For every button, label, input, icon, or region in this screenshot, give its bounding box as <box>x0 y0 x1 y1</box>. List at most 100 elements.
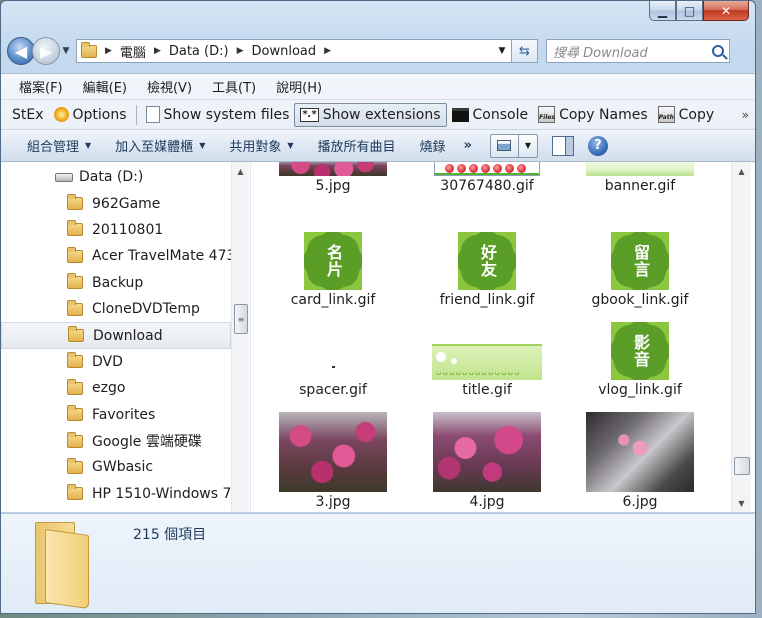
file-name: gbook_link.gif <box>591 292 689 308</box>
close-button[interactable]: ✕ <box>703 1 749 21</box>
file-name: banner.gif <box>604 178 676 194</box>
tree-drive-d[interactable]: Data (D:) <box>1 164 231 190</box>
tree-folder[interactable]: 20110801 <box>1 217 231 243</box>
forward-button[interactable]: ▶ <box>32 37 60 65</box>
nav-scrollbar[interactable]: ▲ ≡ <box>231 162 249 512</box>
address-dropdown-icon[interactable]: ▼ <box>493 46 511 56</box>
tree-folder[interactable]: Favorites <box>1 402 231 428</box>
back-button[interactable]: ◀ <box>7 37 35 65</box>
title-thumbnail <box>432 344 542 380</box>
file-item[interactable]: spacer.gif <box>253 322 413 398</box>
copy-names-icon: Files <box>538 106 556 123</box>
file-item[interactable]: title.gif <box>407 322 567 398</box>
tree-folder[interactable]: Backup <box>1 270 231 296</box>
breadcrumb-drive[interactable]: Data (D:) <box>169 44 229 59</box>
menu-help[interactable]: 說明(H) <box>266 77 332 96</box>
tree-folder[interactable]: 962Game <box>1 190 231 216</box>
scroll-down-icon[interactable]: ▼ <box>732 494 751 512</box>
file-grid-scroll-thumb[interactable] <box>734 457 750 475</box>
file-item[interactable]: 好友 friend_link.gif <box>407 232 567 308</box>
file-grid-scrollbar[interactable]: ▲ ▼ <box>731 162 751 512</box>
share-with-label: 共用對象 <box>229 140 282 155</box>
file-item[interactable]: 名片 card_link.gif <box>253 232 413 308</box>
flower-badge-icon: 留言 <box>618 239 662 283</box>
explorer-window: ▁ □ ✕ ◀ ▶ ▼ ▶ 電腦 ▶ Data (D:) ▶ Download … <box>0 0 756 614</box>
folder-icon <box>67 246 83 263</box>
change-view-button[interactable]: ▼ <box>489 133 538 158</box>
chevron-down-icon: ▼ <box>85 141 92 150</box>
file-name: vlog_link.gif <box>598 382 682 398</box>
item-count: 215 個項目 <box>133 527 207 543</box>
refresh-button[interactable]: ⇆ <box>512 39 538 63</box>
help-button[interactable]: ? <box>587 135 608 156</box>
menu-tools[interactable]: 工具(T) <box>202 77 266 96</box>
stex-toolbar: StEx Options Show system files *.* Show … <box>1 100 755 130</box>
tree-folder[interactable]: HP 1510-Windows 7 <box>1 481 231 507</box>
file-item[interactable]: 5.jpg <box>253 162 413 194</box>
breadcrumb-computer[interactable]: 電腦 <box>120 42 146 61</box>
view-dropdown-icon[interactable]: ▼ <box>519 135 537 157</box>
search-icon[interactable] <box>712 45 724 57</box>
command-overflow-chevron[interactable]: » <box>464 138 472 153</box>
tree-folder-label: Google 雲端硬碟 <box>92 434 202 451</box>
file-item[interactable]: 30767480.gif <box>407 162 567 194</box>
stex-copy-names-button[interactable]: Files Copy Names <box>533 103 653 127</box>
chevron-right-icon[interactable]: ▶ <box>237 46 244 56</box>
recent-pages-dropdown[interactable]: ▼ <box>60 46 72 56</box>
burn-button[interactable]: 燒錄 <box>408 136 458 155</box>
add-to-library-button[interactable]: 加入至媒體櫃 ▼ <box>103 136 217 155</box>
tree-folder[interactable]: DVD <box>1 349 231 375</box>
tree-folder[interactable]: CloneDVDTemp <box>1 296 231 322</box>
file-item[interactable]: 4.jpg <box>407 412 567 510</box>
chevron-right-icon[interactable]: ▶ <box>324 46 331 56</box>
badge-thumbnail: 名片 <box>304 232 362 290</box>
scroll-up-icon[interactable]: ▲ <box>732 162 751 180</box>
tree-folder[interactable]: Google 雲端硬碟 <box>1 428 231 454</box>
stex-overflow-chevron[interactable]: » <box>742 108 749 122</box>
address-bar[interactable]: ▶ 電腦 ▶ Data (D:) ▶ Download ▶ ▼ <box>76 39 512 63</box>
tree-folder[interactable]: GWbasic <box>1 454 231 480</box>
tree-folder[interactable]: Acer TravelMate 4730Z <box>1 243 231 269</box>
scroll-up-icon[interactable]: ▲ <box>232 162 249 180</box>
file-item[interactable]: 3.jpg <box>253 412 413 510</box>
stex-copy-path-button[interactable]: Path Copy <box>653 103 720 127</box>
menu-view[interactable]: 檢視(V) <box>137 77 202 96</box>
file-name: card_link.gif <box>290 292 376 308</box>
tree-folder[interactable]: Download <box>1 322 231 349</box>
file-item[interactable]: 留言 gbook_link.gif <box>560 232 720 308</box>
tree-folder-label: Download <box>93 327 163 344</box>
content-area: Data (D:) 962Game 20110801 Acer TravelMate… <box>1 162 755 512</box>
view-icon[interactable] <box>491 134 519 157</box>
tree-folder[interactable]: ezgo <box>1 375 231 401</box>
stex-options-button[interactable]: Options <box>49 103 132 127</box>
breadcrumb-download[interactable]: Download <box>252 44 317 59</box>
folder-tree: Data (D:) 962Game 20110801 Acer TravelMate… <box>1 164 231 507</box>
search-input[interactable]: 搜尋 Download <box>546 39 730 63</box>
stex-console-button[interactable]: Console <box>447 103 534 127</box>
menu-file[interactable]: 檔案(F) <box>9 77 73 96</box>
file-item[interactable]: banner.gif <box>560 162 720 194</box>
chevron-right-icon[interactable]: ▶ <box>154 46 161 56</box>
chevron-right-icon[interactable]: ▶ <box>105 46 112 56</box>
photo-thumbnail <box>433 412 541 492</box>
menu-edit[interactable]: 編輯(E) <box>73 77 137 96</box>
console-icon <box>451 107 469 122</box>
stex-show-system-files-button[interactable]: Show system files <box>141 103 295 127</box>
file-item[interactable]: 6.jpg <box>560 412 720 510</box>
banner-thumbnail <box>586 162 694 176</box>
file-item[interactable]: 影音 vlog_link.gif <box>560 322 720 398</box>
minimize-button[interactable]: ▁ <box>649 1 676 21</box>
maximize-button[interactable]: □ <box>676 1 703 21</box>
share-with-button[interactable]: 共用對象 ▼ <box>217 136 305 155</box>
gif-thumbnail <box>434 162 540 176</box>
nav-scroll-thumb[interactable]: ≡ <box>234 304 248 334</box>
organize-button[interactable]: 組合管理 ▼ <box>15 136 103 155</box>
stex-show-extensions-button[interactable]: *.* Show extensions <box>294 102 447 127</box>
preview-pane-button[interactable] <box>551 135 574 156</box>
address-row: ◀ ▶ ▼ ▶ 電腦 ▶ Data (D:) ▶ Download ▶ ▼ ⇆ … <box>7 35 749 67</box>
badge-thumbnail: 好友 <box>458 232 516 290</box>
play-all-button[interactable]: 播放所有曲目 <box>306 136 408 155</box>
flower-badge-icon: 名片 <box>311 239 355 283</box>
tree-drive-label: Data (D:) <box>79 169 144 186</box>
folder-icon <box>68 326 84 343</box>
